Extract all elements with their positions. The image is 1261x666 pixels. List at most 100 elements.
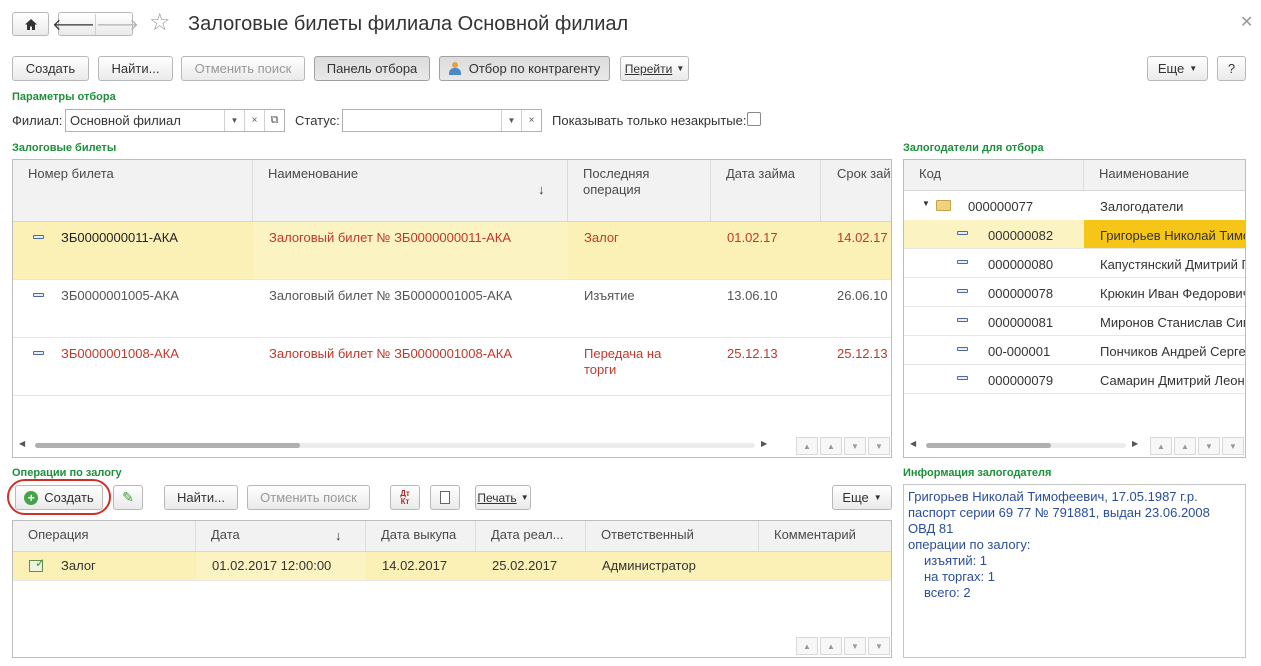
list-item[interactable]: 000000079 Самарин Дмитрий Леони [904,365,1245,394]
table-row[interactable]: ЗБ0000001008-АКА Залоговый билет № ЗБ000… [13,338,891,396]
col-comment[interactable]: Комментарий [759,521,891,551]
table-row[interactable]: ✓ Залог 01.02.2017 12:00:00 14.02.2017 2… [13,552,891,581]
create-button[interactable]: Создать [12,56,89,81]
table-row[interactable]: ЗБ0000000011-АКА Залоговый билет № ЗБ000… [13,222,891,280]
horizontal-scrollbar[interactable]: ◀ ▶ [904,438,1144,452]
pledger-name: Григорьев Николай Тимо [1100,228,1246,243]
status-field[interactable]: ▼ × [342,109,542,132]
pledger-code: 000000080 [988,257,1054,272]
pledgers-table: Код Наименование ▼ 000000077 Залогодател… [903,159,1246,458]
group-name: Залогодатели [1100,199,1184,214]
pledgers-header: Код Наименование [904,160,1245,191]
home-button[interactable] [12,12,49,36]
down-icon[interactable]: ▼ [1198,437,1220,455]
chevron-down-icon: ▼ [1189,64,1198,73]
counterparty-filter-button[interactable]: Отбор по контрагенту [439,56,610,81]
col-responsible[interactable]: Ответственный [586,521,759,551]
document-icon [33,293,44,297]
down-icon[interactable]: ▼ [844,637,866,655]
operations-section-title: Операции по залогу [12,467,122,479]
last-icon[interactable]: ▼ [868,637,890,655]
collapse-icon[interactable]: ▼ [922,199,930,208]
branch-field[interactable]: Основной филиал ▼ × ⧉ [65,109,285,132]
list-item[interactable]: 000000081 Миронов Станислав Сим [904,307,1245,336]
last-icon[interactable]: ▼ [868,437,890,455]
op-redeem: 14.02.2017 [382,558,448,573]
up-icon[interactable]: ▲ [820,637,842,655]
col-name[interactable]: Наименование [253,160,568,221]
more-operations-button[interactable]: Еще ▼ [832,485,892,510]
only-open-checkbox[interactable] [747,112,761,126]
col-number[interactable]: Номер билета [13,160,253,221]
pledger-info: Григорьев Николай Тимофеевич, 17.05.1987… [903,484,1246,658]
list-item[interactable]: 000000078 Крюкин Иван Федорович [904,278,1245,307]
table-row[interactable]: ЗБ0000001005-АКА Залоговый билет № ЗБ000… [13,280,891,338]
scroll-right-icon[interactable]: ▶ [761,439,767,448]
pencil-icon: ✎ [122,489,134,505]
first-icon[interactable]: ▲ [796,437,818,455]
dropdown-icon[interactable]: ▼ [224,110,244,131]
more-button[interactable]: Еще ▼ [1147,56,1208,81]
scroll-right-icon[interactable]: ▶ [1132,439,1138,448]
find-button[interactable]: Найти... [98,56,173,81]
scroll-left-icon[interactable]: ◀ [910,439,916,448]
goto-button[interactable]: Перейти ▼ [620,56,689,81]
info-line: паспорт серии 69 77 № 791881, выдан 23.0… [908,505,1210,520]
cancel-search-button[interactable]: Отменить поиск [181,56,305,81]
group-row[interactable]: ▼ 000000077 Залогодатели [904,191,1245,220]
document-icon [33,235,44,239]
list-item[interactable]: 000000080 Капустянский Дмитрий Г [904,249,1245,278]
counterparty-filter-label: Отбор по контрагенту [468,61,601,76]
operations-header: Операция Дата ↓ Дата выкупа Дата реал...… [13,521,891,552]
col-code[interactable]: Код [904,160,1084,190]
clear-icon[interactable]: × [521,110,541,131]
ticket-term: 25.12.13 [837,346,888,361]
col-last-op[interactable]: Последняя операция [568,160,711,221]
back-icon[interactable]: 🡐 [52,13,96,35]
first-icon[interactable]: ▲ [796,637,818,655]
close-icon[interactable]: ✕ [1240,12,1253,32]
person-record-icon [957,318,968,322]
forward-icon[interactable]: 🡒 [96,14,139,35]
find-operation-button[interactable]: Найти... [164,485,238,510]
cancel-operation-search-button[interactable]: Отменить поиск [247,485,370,510]
edit-button[interactable]: ✎ [113,485,143,510]
scroll-left-icon[interactable]: ◀ [19,439,25,448]
up-icon[interactable]: ▲ [820,437,842,455]
list-item[interactable]: 00-000001 Пончиков Андрей Серге [904,336,1245,365]
col-loan-date[interactable]: Дата займа [711,160,821,221]
info-section-title: Информация залогодателя [903,467,1052,479]
info-line: изъятий: 1 [924,553,988,568]
person-record-icon [957,347,968,351]
col-redeem-date[interactable]: Дата выкупа [366,521,476,551]
col-operation[interactable]: Операция [13,521,196,551]
create-operation-label: Создать [44,490,94,505]
group-code: 000000077 [968,199,1034,214]
branch-label: Филиал: [12,113,63,128]
down-icon[interactable]: ▼ [844,437,866,455]
col-sale-date[interactable]: Дата реал... [476,521,586,551]
first-icon[interactable]: ▲ [1150,437,1172,455]
favorite-star-icon[interactable]: ☆ [149,10,171,36]
dt-kt-button[interactable]: Дт Кт [390,485,420,510]
document-button[interactable] [430,485,460,510]
open-icon[interactable]: ⧉ [264,110,284,131]
col-term[interactable]: Срок зай [821,160,891,221]
col-pledger-name[interactable]: Наименование [1084,160,1245,190]
create-operation-button[interactable]: + Создать [15,485,103,510]
filter-panel-button[interactable]: Панель отбора [314,56,430,81]
help-button[interactable]: ? [1217,56,1246,81]
horizontal-scrollbar[interactable]: ◀ ▶ [13,438,783,452]
up-icon[interactable]: ▲ [1174,437,1196,455]
pledger-code: 000000079 [988,373,1054,388]
clear-icon[interactable]: × [244,110,264,131]
print-button[interactable]: Печать ▼ [475,485,531,510]
ticket-number: ЗБ0000001008-АКА [61,346,179,361]
info-line: ОВД 81 [908,521,954,536]
last-icon[interactable]: ▼ [1222,437,1244,455]
op-date: 01.02.2017 12:00:00 [212,558,332,573]
chevron-down-icon: ▼ [520,493,529,502]
pledgers-section-title: Залогодатели для отбора [903,142,1044,154]
dropdown-icon[interactable]: ▼ [501,110,521,131]
list-item[interactable]: 000000082 Григорьев Николай Тимо [904,220,1245,249]
